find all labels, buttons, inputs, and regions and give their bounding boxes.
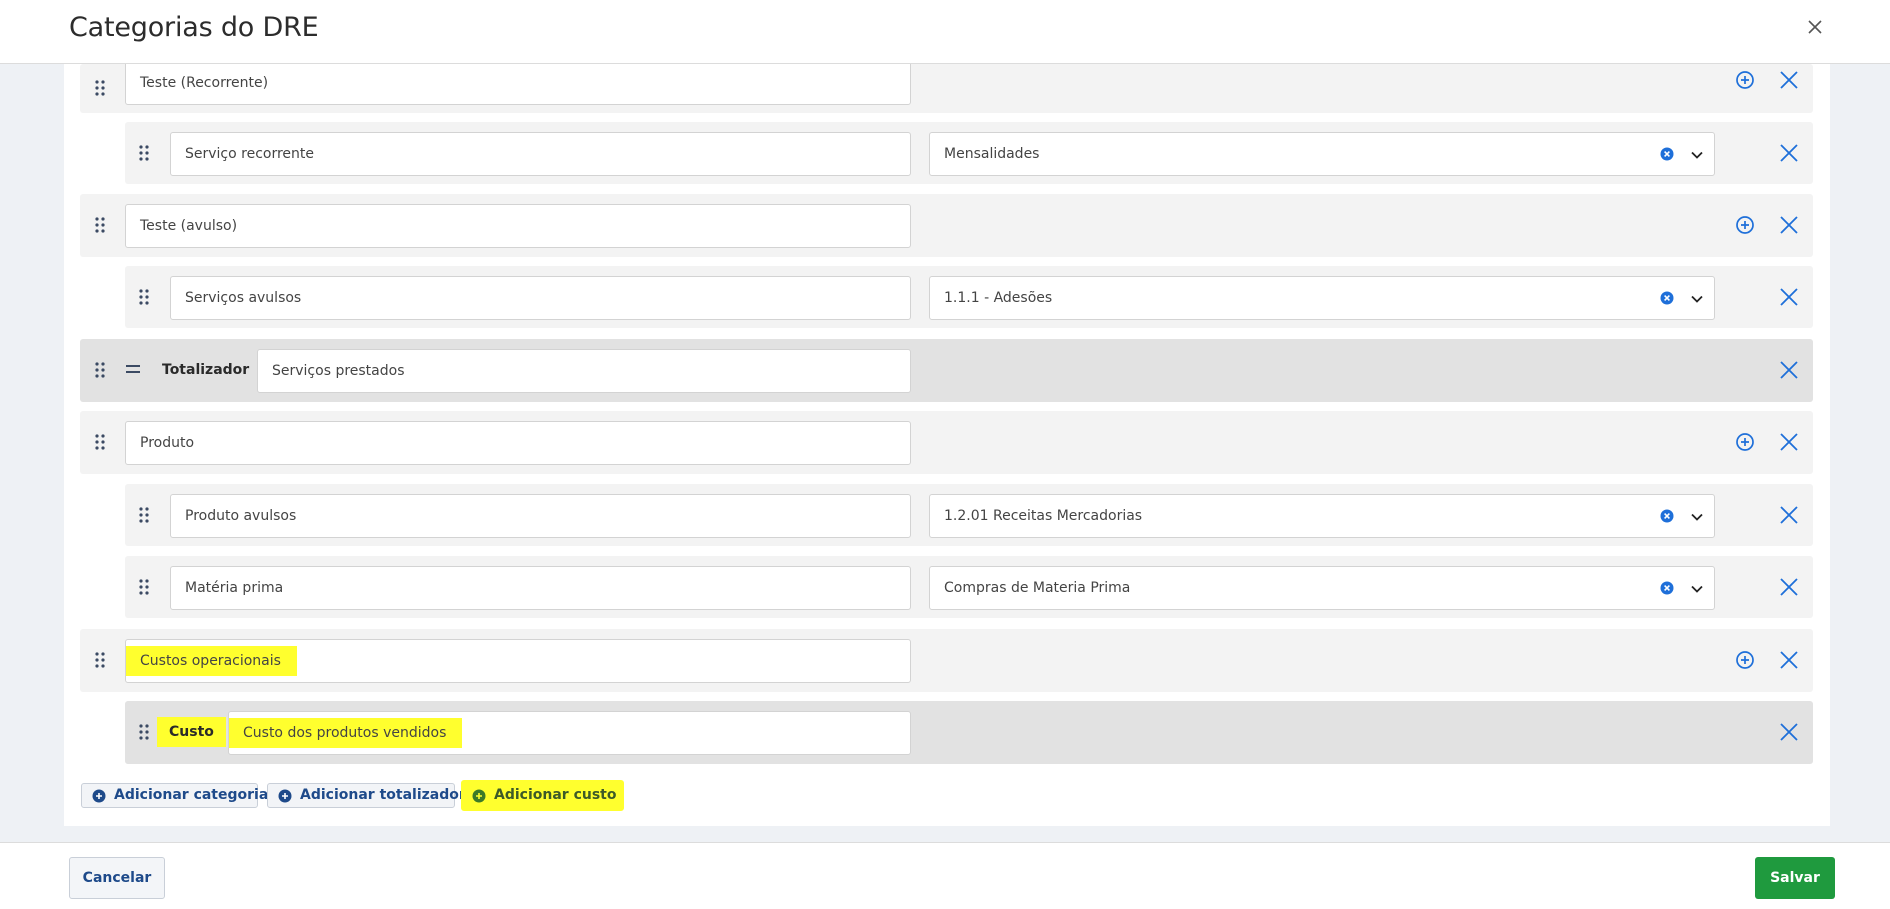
close-icon[interactable]: [1778, 286, 1800, 308]
cost-label: Custo: [157, 717, 226, 747]
drag-handle-icon[interactable]: [139, 507, 149, 523]
account-select[interactable]: 1.1.1 - Adesões: [929, 276, 1715, 320]
add-category-button[interactable]: Adicionar categoria: [81, 783, 268, 808]
account-select[interactable]: 1.2.01 Receitas Mercadorias: [929, 494, 1715, 538]
plus-circle-icon: [92, 789, 106, 803]
add-cost-button[interactable]: Adicionar custo: [461, 780, 624, 811]
chevron-down-icon[interactable]: [1690, 148, 1704, 162]
account-select-value: 1.2.01 Receitas Mercadorias: [944, 508, 1143, 524]
cost-name-input[interactable]: Custo dos produtos vendidos: [228, 711, 911, 755]
cost-name-value: Custo dos produtos vendidos: [229, 718, 463, 748]
modal-footer: [0, 842, 1890, 909]
subcategory-name-input[interactable]: Matéria prima: [170, 566, 911, 610]
category-row: Custos operacionais: [80, 629, 1813, 692]
save-button[interactable]: Salvar: [1755, 857, 1835, 899]
chevron-down-icon[interactable]: [1690, 292, 1704, 306]
plus-circle-icon: [278, 789, 292, 803]
totalizer-label: Totalizador: [162, 362, 250, 378]
subcategory-name-input[interactable]: Serviços avulsos: [170, 276, 911, 320]
add-totalizer-button[interactable]: Adicionar totalizador: [267, 783, 466, 808]
subcategory-row: Serviços avulsos 1.1.1 - Adesões: [125, 266, 1813, 328]
drag-handle-icon[interactable]: [139, 724, 149, 740]
totalizer-row: Totalizador Serviços prestados: [80, 339, 1813, 402]
drag-handle-icon[interactable]: [95, 217, 105, 233]
category-row: Teste (Recorrente): [80, 61, 1813, 113]
close-icon[interactable]: [1778, 576, 1800, 598]
add-category-label: Adicionar categoria: [114, 787, 269, 803]
close-icon[interactable]: [1778, 649, 1800, 671]
drag-handle-icon[interactable]: [95, 434, 105, 450]
close-icon[interactable]: [1778, 721, 1800, 743]
subcategory-row: Produto avulsos 1.2.01 Receitas Mercador…: [125, 484, 1813, 546]
category-name-value: Custos operacionais: [126, 646, 297, 676]
drag-handle-icon[interactable]: [95, 362, 105, 378]
account-select-value: Compras de Materia Prima: [944, 580, 1131, 596]
totalizer-name-input[interactable]: Serviços prestados: [257, 349, 911, 393]
drag-handle-icon[interactable]: [139, 145, 149, 161]
close-icon[interactable]: [1805, 17, 1825, 37]
category-name-input[interactable]: Produto: [125, 421, 911, 465]
drag-handle-icon[interactable]: [95, 652, 105, 668]
plus-circle-icon[interactable]: [1734, 649, 1756, 671]
close-icon[interactable]: [1778, 214, 1800, 236]
plus-circle-icon[interactable]: [1734, 69, 1756, 91]
drag-handle-icon[interactable]: [95, 80, 105, 96]
plus-circle-icon: [472, 789, 486, 803]
add-totalizer-label: Adicionar totalizador: [300, 787, 466, 803]
plus-circle-icon[interactable]: [1734, 214, 1756, 236]
subcategory-row: Serviço recorrente Mensalidades: [125, 122, 1813, 184]
category-name-input[interactable]: Teste (Recorrente): [125, 61, 911, 105]
account-select-value: Mensalidades: [944, 146, 1040, 162]
account-select[interactable]: Compras de Materia Prima: [929, 566, 1715, 610]
clear-circle-icon[interactable]: [1660, 509, 1674, 523]
modal-header: Categorias do DRE: [0, 0, 1890, 64]
account-select-value: 1.1.1 - Adesões: [944, 290, 1053, 306]
close-icon[interactable]: [1778, 69, 1800, 91]
close-icon[interactable]: [1778, 504, 1800, 526]
drag-handle-icon[interactable]: [139, 579, 149, 595]
plus-circle-icon[interactable]: [1734, 431, 1756, 453]
drag-handle-icon[interactable]: [139, 289, 149, 305]
subcategory-name-input[interactable]: Serviço recorrente: [170, 132, 911, 176]
account-select[interactable]: Mensalidades: [929, 132, 1715, 176]
clear-circle-icon[interactable]: [1660, 581, 1674, 595]
add-cost-label: Adicionar custo: [494, 787, 617, 803]
category-row: Produto: [80, 411, 1813, 474]
category-name-input[interactable]: Custos operacionais: [125, 639, 911, 683]
chevron-down-icon[interactable]: [1690, 582, 1704, 596]
equals-icon: [126, 365, 140, 373]
clear-circle-icon[interactable]: [1660, 291, 1674, 305]
cost-row: Custo Custo dos produtos vendidos: [125, 701, 1813, 764]
cancel-button[interactable]: Cancelar: [69, 857, 165, 899]
category-name-input[interactable]: Teste (avulso): [125, 204, 911, 248]
chevron-down-icon[interactable]: [1690, 510, 1704, 524]
clear-circle-icon[interactable]: [1660, 147, 1674, 161]
modal-title: Categorias do DRE: [69, 12, 319, 43]
close-icon[interactable]: [1778, 431, 1800, 453]
category-row: Teste (avulso): [80, 194, 1813, 257]
close-icon[interactable]: [1778, 142, 1800, 164]
subcategory-row: Matéria prima Compras de Materia Prima: [125, 556, 1813, 618]
subcategory-name-input[interactable]: Produto avulsos: [170, 494, 911, 538]
close-icon[interactable]: [1778, 359, 1800, 381]
